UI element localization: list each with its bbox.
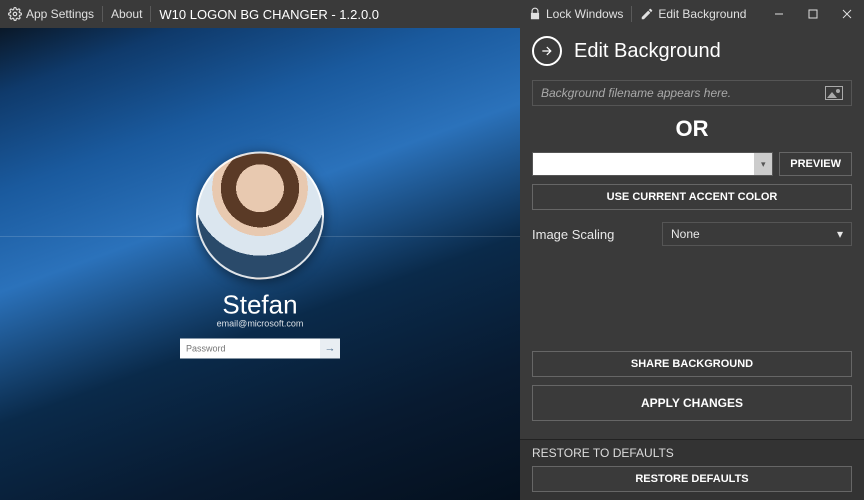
scaling-select[interactable]: None ▾: [662, 222, 852, 246]
logon-preview: Stefan email@microsoft.com →: [0, 28, 520, 500]
edit-background-tab[interactable]: Edit Background: [632, 0, 754, 28]
color-input[interactable]: ▾: [532, 152, 773, 176]
edit-background-label: Edit Background: [658, 7, 746, 21]
minimize-button[interactable]: [762, 0, 796, 28]
chevron-down-icon: ▾: [837, 227, 843, 241]
scaling-label: Image Scaling: [532, 227, 652, 242]
chevron-down-icon[interactable]: ▾: [754, 153, 772, 175]
submit-arrow-icon[interactable]: →: [320, 338, 340, 358]
panel-title: Edit Background: [574, 40, 721, 63]
maximize-button[interactable]: [796, 0, 830, 28]
user-email: email@microsoft.com: [130, 318, 390, 328]
edit-panel: Edit Background Background filename appe…: [520, 28, 864, 500]
password-input[interactable]: [180, 338, 320, 358]
pencil-icon: [640, 7, 654, 21]
scaling-value: None: [671, 227, 700, 241]
restore-defaults-button[interactable]: RESTORE DEFAULTS: [532, 466, 852, 492]
or-label: OR: [532, 116, 852, 142]
apply-changes-button[interactable]: APPLY CHANGES: [532, 385, 852, 421]
filename-field[interactable]: Background filename appears here.: [532, 80, 852, 106]
username: Stefan: [130, 289, 390, 320]
restore-section-title: RESTORE TO DEFAULTS: [532, 446, 852, 460]
close-button[interactable]: [830, 0, 864, 28]
about-button[interactable]: About: [103, 0, 150, 28]
app-title: W10 LOGON BG CHANGER - 1.2.0.0: [151, 7, 379, 22]
share-background-button[interactable]: SHARE BACKGROUND: [532, 351, 852, 377]
image-icon: [825, 86, 843, 100]
lock-icon: [528, 7, 542, 21]
lock-windows-label: Lock Windows: [546, 7, 623, 21]
arrow-right-icon[interactable]: [532, 36, 562, 66]
titlebar: App Settings About W10 LOGON BG CHANGER …: [0, 0, 864, 28]
lock-windows-button[interactable]: Lock Windows: [520, 0, 631, 28]
gear-icon: [8, 7, 22, 21]
preview-button[interactable]: PREVIEW: [779, 152, 852, 176]
avatar: [196, 151, 324, 279]
use-accent-button[interactable]: USE CURRENT ACCENT COLOR: [532, 184, 852, 210]
filename-placeholder: Background filename appears here.: [541, 86, 731, 100]
app-settings-button[interactable]: App Settings: [0, 0, 102, 28]
app-settings-label: App Settings: [26, 7, 94, 21]
